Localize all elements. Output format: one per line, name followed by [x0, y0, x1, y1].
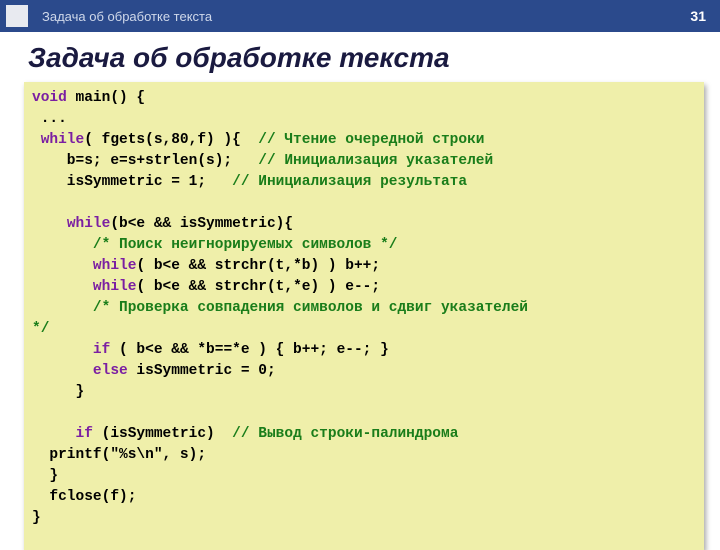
code-token: if [93, 342, 110, 358]
code-token: if [76, 426, 93, 442]
code-token [32, 342, 93, 358]
code-token: while [67, 216, 111, 232]
code-token: } [32, 510, 41, 526]
code-token [32, 279, 93, 295]
code-token: } [32, 468, 58, 484]
code-token: // Чтение очередной строки [258, 132, 484, 148]
page-number: 31 [690, 8, 706, 24]
code-token [32, 258, 93, 274]
code-token [32, 300, 93, 316]
code-token: main() { [67, 90, 145, 106]
code-token [32, 426, 76, 442]
code-token [32, 216, 67, 232]
code-token: void [32, 90, 67, 106]
code-token: // Вывод строки-палиндрома [232, 426, 458, 442]
code-token: printf("%s\n", s); [32, 447, 206, 463]
code-token: /* Проверка совпадения символов и сдвиг … [93, 300, 528, 316]
code-token: } [32, 384, 84, 400]
code-token: ( b<e && strchr(t,*e) ) e--; [136, 279, 380, 295]
code-token: isSymmetric = 0; [128, 363, 276, 379]
code-token: fclose(f); [32, 489, 136, 505]
code-token [32, 132, 41, 148]
slide-title: Задача об обработке текста [0, 32, 720, 82]
code-block: void main() { ... while( fgets(s,80,f) )… [24, 82, 704, 550]
code-token: b=s; e=s+strlen(s); [32, 153, 258, 169]
code-token: ( b<e && strchr(t,*b) ) b++; [136, 258, 380, 274]
code-token: /* Поиск неигнорируемых символов */ [93, 237, 398, 253]
breadcrumb: Задача об обработке текста [42, 9, 690, 24]
code-token: (b<e && isSymmetric){ [110, 216, 293, 232]
code-token: */ [32, 321, 49, 337]
code-token: ( b<e && *b==*e ) { b++; e--; } [110, 342, 388, 358]
header-logo-square [6, 5, 28, 27]
code-token: while [93, 279, 137, 295]
code-token: // Инициализация результата [232, 174, 467, 190]
code-token [32, 363, 93, 379]
code-token: else [93, 363, 128, 379]
slide-header: Задача об обработке текста 31 [0, 0, 720, 32]
code-token: while [93, 258, 137, 274]
code-token [32, 237, 93, 253]
code-token: ... [32, 111, 67, 127]
code-token: while [41, 132, 85, 148]
code-token: isSymmetric = 1; [32, 174, 232, 190]
code-token: // Инициализация указателей [258, 153, 493, 169]
code-token: ( fgets(s,80,f) ){ [84, 132, 258, 148]
code-token: (isSymmetric) [93, 426, 232, 442]
